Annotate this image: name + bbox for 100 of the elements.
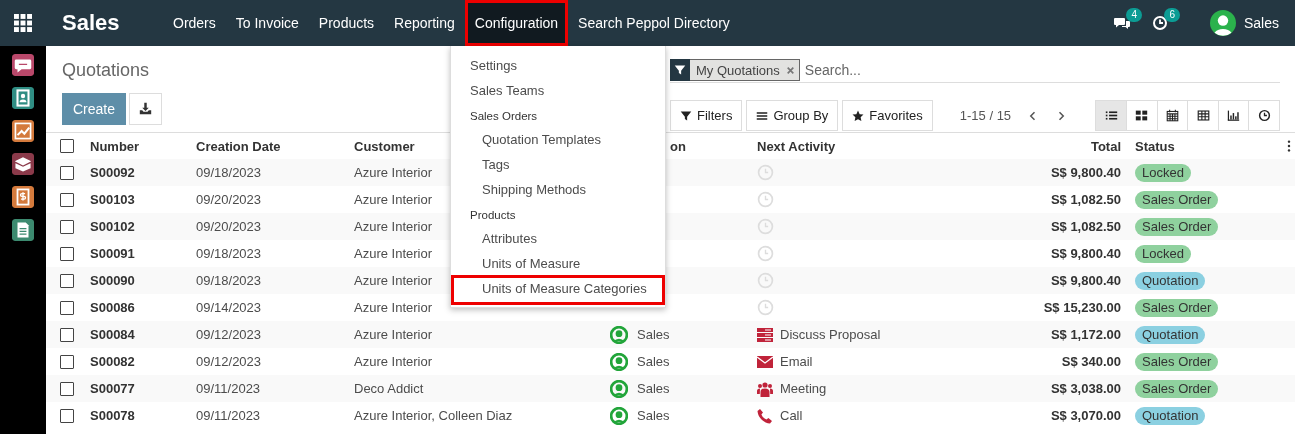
row-checkbox[interactable]	[60, 408, 74, 423]
status-tag: Sales Order	[1135, 217, 1219, 236]
activity-name: Meeting	[780, 381, 827, 396]
favorites-button[interactable]: Favorites	[842, 100, 933, 132]
row-checkbox[interactable]	[60, 192, 74, 207]
menu-item[interactable]: Orders	[163, 0, 226, 46]
bar-chart-icon	[1227, 109, 1241, 123]
creation-date: 09/18/2023	[196, 246, 262, 261]
group-by-button[interactable]: Group By	[746, 100, 839, 132]
status-tag: Quotation	[1135, 406, 1206, 425]
creation-date: 09/12/2023	[196, 327, 262, 342]
search-field[interactable]: Search...	[799, 61, 1280, 79]
graph-view-button[interactable]	[1217, 100, 1250, 132]
customer-name: Azure Interior	[354, 219, 433, 234]
order-total: S$ 9,800.40	[1050, 246, 1121, 261]
chart-icon[interactable]	[12, 120, 34, 142]
order-number: S00103	[90, 192, 135, 207]
order-total: S$ 1,082.50	[1050, 219, 1121, 234]
status-tag: Sales Order	[1135, 298, 1219, 317]
row-checkbox[interactable]	[60, 381, 74, 396]
activity-view-button[interactable]	[1248, 100, 1280, 132]
column-header[interactable]: Status	[1135, 138, 1175, 154]
status-tag: Quotation	[1135, 325, 1206, 344]
avatar-icon	[610, 352, 628, 371]
close-icon[interactable]	[785, 65, 795, 75]
row-checkbox[interactable]	[60, 273, 74, 288]
menu-item[interactable]: Search Peppol Directory	[568, 0, 740, 46]
activity-name: Call	[780, 408, 803, 423]
creation-date: 09/14/2023	[196, 300, 262, 315]
row-checkbox[interactable]	[60, 327, 74, 342]
contact-card-icon[interactable]	[12, 87, 34, 109]
row-checkbox[interactable]	[60, 354, 74, 369]
list-icon[interactable]	[757, 326, 773, 343]
row-checkbox[interactable]	[60, 219, 74, 234]
chat-icon[interactable]	[12, 54, 34, 76]
pivot-view-button[interactable]	[1187, 100, 1219, 132]
order-total: S$ 15,230.00	[1043, 300, 1121, 315]
pager-value[interactable]: 1-15 / 15	[959, 108, 1012, 124]
box-icon[interactable]	[12, 153, 34, 175]
order-number: S00091	[90, 246, 135, 261]
apps-menu-icon[interactable]	[14, 14, 32, 32]
creation-date: 09/20/2023	[196, 192, 262, 207]
calendar-view-button[interactable]	[1156, 100, 1189, 132]
list-view-button[interactable]	[1095, 100, 1128, 132]
dropdown-item[interactable]: Quotation Templates	[451, 127, 665, 152]
creation-date: 09/18/2023	[196, 273, 262, 288]
order-number: S00086	[90, 300, 135, 315]
status-tag: Sales Order	[1135, 190, 1219, 209]
menu-item[interactable]: Reporting	[384, 0, 465, 46]
count-badge: 6	[1164, 8, 1180, 22]
chat-icon[interactable]	[1113, 15, 1130, 31]
menu-item[interactable]: Configuration	[464, 0, 569, 46]
column-header[interactable]: Next Activity	[757, 138, 836, 154]
envelope-icon[interactable]	[757, 353, 773, 370]
document-icon[interactable]	[12, 219, 34, 241]
customer-name: Azure Interior	[354, 192, 433, 207]
menu-item[interactable]: To Invoice	[225, 0, 309, 46]
menu-item[interactable]: Products	[308, 0, 385, 46]
order-total: S$ 3,070.00	[1050, 408, 1121, 423]
status-tag: Sales Order	[1135, 379, 1219, 398]
phone-icon[interactable]	[757, 407, 773, 424]
avatar-icon	[610, 379, 628, 398]
column-header[interactable]: Total	[1090, 138, 1121, 154]
column-header[interactable]: on	[670, 138, 686, 154]
order-number: S00102	[90, 219, 135, 234]
order-total: S$ 9,800.40	[1050, 273, 1121, 288]
row-checkbox[interactable]	[60, 300, 74, 315]
creation-date: 09/12/2023	[196, 354, 262, 369]
column-header[interactable]: Customer	[354, 138, 415, 154]
invoice-icon[interactable]	[12, 186, 34, 208]
avatar-icon	[610, 406, 628, 425]
row-checkbox[interactable]	[60, 165, 74, 180]
table-row[interactable]: S00084 09/12/2023 Azure Interior Sales Discuss Proposal S$ 1,172.00 Quotation	[46, 321, 1295, 348]
column-header[interactable]: Number	[90, 138, 140, 154]
status-tag: Locked	[1135, 244, 1191, 263]
filters-button[interactable]: Filters	[670, 100, 743, 132]
status-tag: Quotation	[1135, 271, 1206, 290]
order-total: S$ 1,172.00	[1050, 327, 1121, 342]
more-options-icon[interactable]	[1287, 139, 1291, 153]
create-button[interactable]: Create	[62, 92, 127, 125]
download-button[interactable]	[129, 92, 163, 125]
avatar-icon[interactable]	[1209, 10, 1236, 36]
people-icon[interactable]	[757, 380, 773, 397]
filter-icon	[680, 109, 692, 122]
dropdown-item[interactable]: Sales Teams	[451, 78, 665, 103]
dropdown-item[interactable]: Settings	[451, 53, 665, 78]
list-icon	[1104, 109, 1118, 123]
column-header[interactable]: Creation Date	[196, 138, 281, 154]
table-row[interactable]: S00077 09/11/2023 Deco Addict Sales Meeting S$ 3,038.00 Sales Order	[46, 375, 1295, 402]
select-all-checkbox[interactable]	[60, 139, 74, 153]
grid-icon	[1135, 109, 1149, 123]
count-badge: 4	[1126, 8, 1142, 22]
order-number: S00082	[90, 354, 135, 369]
row-checkbox[interactable]	[60, 246, 74, 261]
customer-name: Azure Interior	[354, 354, 433, 369]
status-tag: Sales Order	[1135, 352, 1219, 371]
filter-facet[interactable]: My Quotations	[690, 59, 800, 81]
user-name[interactable]: Sales	[1243, 15, 1279, 31]
clock-icon	[1257, 109, 1271, 123]
kanban-view-button[interactable]	[1126, 100, 1158, 132]
